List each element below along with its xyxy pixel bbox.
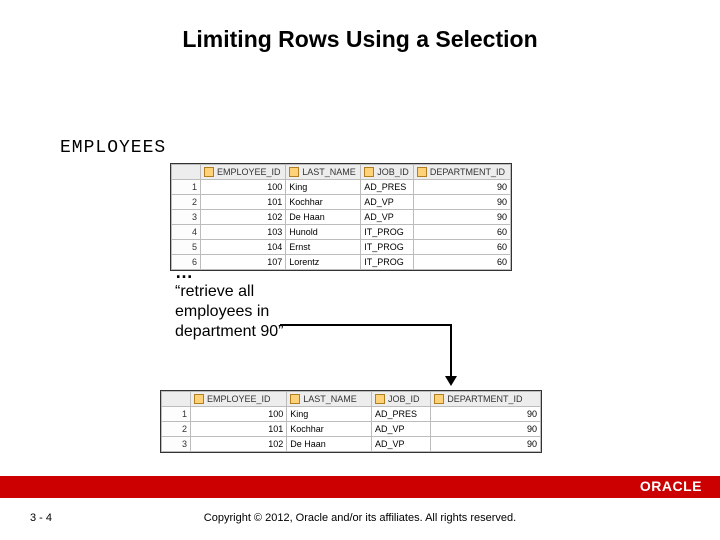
cell-department-id: 90 xyxy=(431,422,541,437)
cell-department-id: 90 xyxy=(431,407,541,422)
cell-employee-id: 101 xyxy=(191,422,287,437)
table-row: 3102De HaanAD_VP90 xyxy=(162,437,541,452)
col-label: DEPARTMENT_ID xyxy=(447,394,522,404)
cell-last-name: King xyxy=(287,407,372,422)
table-row: 2101KochharAD_VP90 xyxy=(172,195,511,210)
cell-department-id: 60 xyxy=(413,240,510,255)
cell-job-id: IT_PROG xyxy=(361,225,414,240)
cell-employee-id: 104 xyxy=(201,240,286,255)
col-label: JOB_ID xyxy=(377,167,409,177)
cell-employee-id: 103 xyxy=(201,225,286,240)
cell-last-name: De Haan xyxy=(287,437,372,452)
row-number-cell: 3 xyxy=(172,210,201,225)
row-number-cell: 2 xyxy=(162,422,191,437)
employees-full-grid: EMPLOYEE_ID LAST_NAME JOB_ID DEPARTMENT_… xyxy=(170,163,512,271)
row-number-cell: 2 xyxy=(172,195,201,210)
table-row: 5104ErnstIT_PROG60 xyxy=(172,240,511,255)
table-row: 2101KochharAD_VP90 xyxy=(162,422,541,437)
cell-department-id: 90 xyxy=(413,195,510,210)
row-number-header xyxy=(162,392,191,407)
cell-last-name: King xyxy=(286,180,361,195)
col-job-id: JOB_ID xyxy=(361,165,414,180)
column-icon xyxy=(290,394,300,404)
table-row: 4103HunoldIT_PROG60 xyxy=(172,225,511,240)
cell-employee-id: 100 xyxy=(191,407,287,422)
cell-employee-id: 102 xyxy=(201,210,286,225)
row-number-cell: 1 xyxy=(172,180,201,195)
oracle-logo: ORACLE xyxy=(640,478,702,494)
cell-job-id: AD_VP xyxy=(371,437,430,452)
row-number-cell: 1 xyxy=(162,407,191,422)
column-icon xyxy=(364,167,374,177)
col-department-id: DEPARTMENT_ID xyxy=(413,165,510,180)
row-number-cell: 4 xyxy=(172,225,201,240)
quote-line: “retrieve all xyxy=(175,283,254,300)
cell-last-name: Hunold xyxy=(286,225,361,240)
grid-header-row: EMPLOYEE_ID LAST_NAME JOB_ID DEPARTMENT_… xyxy=(162,392,541,407)
table-row: 3102De HaanAD_VP90 xyxy=(172,210,511,225)
slide-title: Limiting Rows Using a Selection xyxy=(0,26,720,53)
employees-filtered-grid: EMPLOYEE_ID LAST_NAME JOB_ID DEPARTMENT_… xyxy=(160,390,542,453)
cell-job-id: AD_PRES xyxy=(361,180,414,195)
cell-employee-id: 102 xyxy=(191,437,287,452)
footer-bar xyxy=(0,476,720,498)
table-row: 1100KingAD_PRES90 xyxy=(172,180,511,195)
column-icon xyxy=(417,167,427,177)
column-icon xyxy=(194,394,204,404)
cell-last-name: Kochhar xyxy=(286,195,361,210)
source-table-label: EMPLOYEES xyxy=(60,138,166,158)
col-employee-id: EMPLOYEE_ID xyxy=(201,165,286,180)
cell-last-name: Kochhar xyxy=(287,422,372,437)
col-last-name: LAST_NAME xyxy=(287,392,372,407)
col-job-id: JOB_ID xyxy=(371,392,430,407)
cell-job-id: IT_PROG xyxy=(361,240,414,255)
cell-last-name: Lorentz xyxy=(286,255,361,270)
col-department-id: DEPARTMENT_ID xyxy=(431,392,541,407)
col-last-name: LAST_NAME xyxy=(286,165,361,180)
row-number-cell: 3 xyxy=(162,437,191,452)
cell-department-id: 60 xyxy=(413,255,510,270)
cell-department-id: 90 xyxy=(431,437,541,452)
cell-last-name: Ernst xyxy=(286,240,361,255)
column-icon xyxy=(204,167,214,177)
cell-job-id: IT_PROG xyxy=(361,255,414,270)
row-number-cell: 5 xyxy=(172,240,201,255)
cell-last-name: De Haan xyxy=(286,210,361,225)
cell-job-id: AD_VP xyxy=(361,195,414,210)
ellipsis: … xyxy=(175,262,193,283)
cell-employee-id: 100 xyxy=(201,180,286,195)
cell-job-id: AD_VP xyxy=(371,422,430,437)
grid-header-row: EMPLOYEE_ID LAST_NAME JOB_ID DEPARTMENT_… xyxy=(172,165,511,180)
table-row: 6107LorentzIT_PROG60 xyxy=(172,255,511,270)
col-label: EMPLOYEE_ID xyxy=(217,167,281,177)
col-label: LAST_NAME xyxy=(302,167,356,177)
col-label: EMPLOYEE_ID xyxy=(207,394,271,404)
col-label: DEPARTMENT_ID xyxy=(430,167,505,177)
column-icon xyxy=(434,394,444,404)
cell-department-id: 60 xyxy=(413,225,510,240)
quote-line: employees in xyxy=(175,303,269,320)
row-number-header xyxy=(172,165,201,180)
col-employee-id: EMPLOYEE_ID xyxy=(191,392,287,407)
selection-quote: “retrieve all employees in department 90… xyxy=(175,282,335,342)
column-icon xyxy=(289,167,299,177)
quote-line: department 90” xyxy=(175,323,284,340)
col-label: JOB_ID xyxy=(388,394,420,404)
copyright-text: Copyright © 2012, Oracle and/or its affi… xyxy=(0,512,720,524)
table-row: 1100KingAD_PRES90 xyxy=(162,407,541,422)
cell-employee-id: 101 xyxy=(201,195,286,210)
cell-job-id: AD_PRES xyxy=(371,407,430,422)
cell-department-id: 90 xyxy=(413,210,510,225)
cell-employee-id: 107 xyxy=(201,255,286,270)
col-label: LAST_NAME xyxy=(303,394,357,404)
column-icon xyxy=(375,394,385,404)
cell-department-id: 90 xyxy=(413,180,510,195)
cell-job-id: AD_VP xyxy=(361,210,414,225)
